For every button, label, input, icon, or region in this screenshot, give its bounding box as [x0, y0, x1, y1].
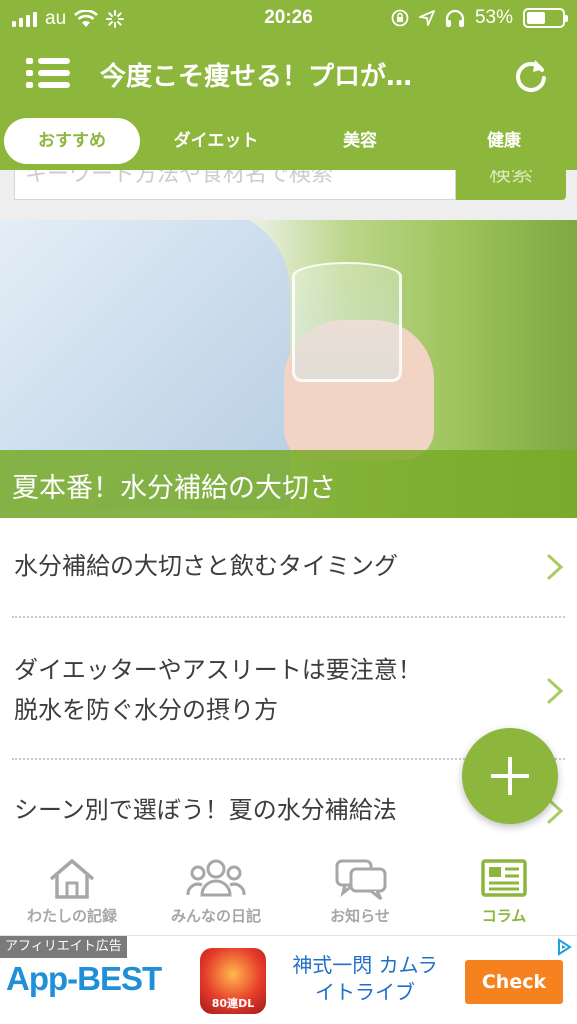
newspaper-icon: [481, 859, 527, 897]
orientation-lock-icon: [391, 9, 409, 27]
app-top-bar: au 20:26 53% 今度こそ痩せる！プロが… おすすめ ダイエット 美容 …: [0, 0, 577, 177]
ad-choices-icon[interactable]: [555, 938, 573, 956]
location-arrow-icon: [419, 10, 435, 26]
bottom-nav: わたしの記録 みんなの日記 お知らせ コラム: [0, 843, 577, 935]
people-icon: [186, 859, 246, 897]
nav-everyone-diary[interactable]: みんなの日記: [144, 843, 288, 935]
chevron-right-icon: [547, 678, 564, 704]
ad-check-button[interactable]: Check: [465, 960, 563, 1004]
tab-health[interactable]: 健康: [436, 118, 572, 164]
nav-my-records[interactable]: わたしの記録: [0, 843, 144, 935]
search-button[interactable]: 検索: [456, 170, 566, 200]
hero-article[interactable]: 夏本番！水分補給の大切さ: [0, 220, 577, 518]
headphones-icon: [445, 9, 465, 27]
ad-title: 神式一閃 カムラ イトライブ: [292, 953, 438, 1004]
ad-thumb-text: 80連DL: [211, 997, 255, 1010]
hero-caption-bar: 夏本番！水分補給の大切さ: [0, 450, 577, 518]
nav-label: お知らせ: [330, 907, 390, 925]
category-tabs: おすすめ ダイエット 美容 健康: [0, 114, 577, 170]
battery-percent: 53%: [474, 7, 513, 28]
home-icon: [49, 859, 95, 899]
ad-logo: App-BEST: [6, 960, 162, 997]
page-title: 今度こそ痩せる！プロが…: [100, 62, 413, 92]
nav-notifications[interactable]: お知らせ: [288, 843, 432, 935]
chevron-right-icon: [547, 554, 564, 580]
chat-icon: [335, 859, 387, 901]
search-button-label: 検索: [488, 170, 533, 187]
hero-image-glass: [292, 262, 402, 382]
search-strip: キーワード方法や食材名で検索 検索: [0, 170, 577, 220]
search-placeholder: キーワード方法や食材名で検索: [25, 170, 334, 187]
list-item-title: シーン別で選ぼう！夏の水分補給法: [14, 796, 397, 824]
list-item-title-line1: ダイエッターやアスリートは要注意！: [14, 656, 422, 684]
list-item-title-line2: 脱水を防ぐ水分の摂り方: [14, 696, 278, 724]
search-input[interactable]: キーワード方法や食材名で検索: [14, 170, 456, 200]
ad-label: アフィリエイト広告: [0, 936, 127, 958]
nav-label: わたしの記録: [26, 907, 117, 925]
header: 今度こそ痩せる！プロが…: [0, 38, 577, 114]
tab-beauty[interactable]: 美容: [292, 118, 428, 164]
menu-button[interactable]: [26, 56, 70, 90]
reload-button[interactable]: [511, 56, 551, 96]
hero-caption: 夏本番！水分補給の大切さ: [12, 473, 336, 504]
list-item-title: 水分補給の大切さと飲むタイミング: [14, 552, 398, 580]
battery-icon: [523, 8, 568, 28]
tab-diet[interactable]: ダイエット: [148, 118, 284, 164]
ad-thumbnail: 80連DL: [200, 948, 266, 1014]
list-item[interactable]: 水分補給の大切さと飲むタイミング: [0, 518, 577, 616]
nav-label: コラム: [481, 907, 527, 925]
status-bar: au 20:26 53%: [0, 0, 577, 38]
add-button[interactable]: [462, 728, 558, 824]
nav-column[interactable]: コラム: [432, 843, 576, 935]
nav-label: みんなの日記: [170, 907, 261, 925]
tab-osusume[interactable]: おすすめ: [4, 118, 140, 164]
ad-banner[interactable]: アフィリエイト広告 App-BEST 80連DL 神式一閃 カムラ イトライブ …: [0, 935, 577, 1024]
